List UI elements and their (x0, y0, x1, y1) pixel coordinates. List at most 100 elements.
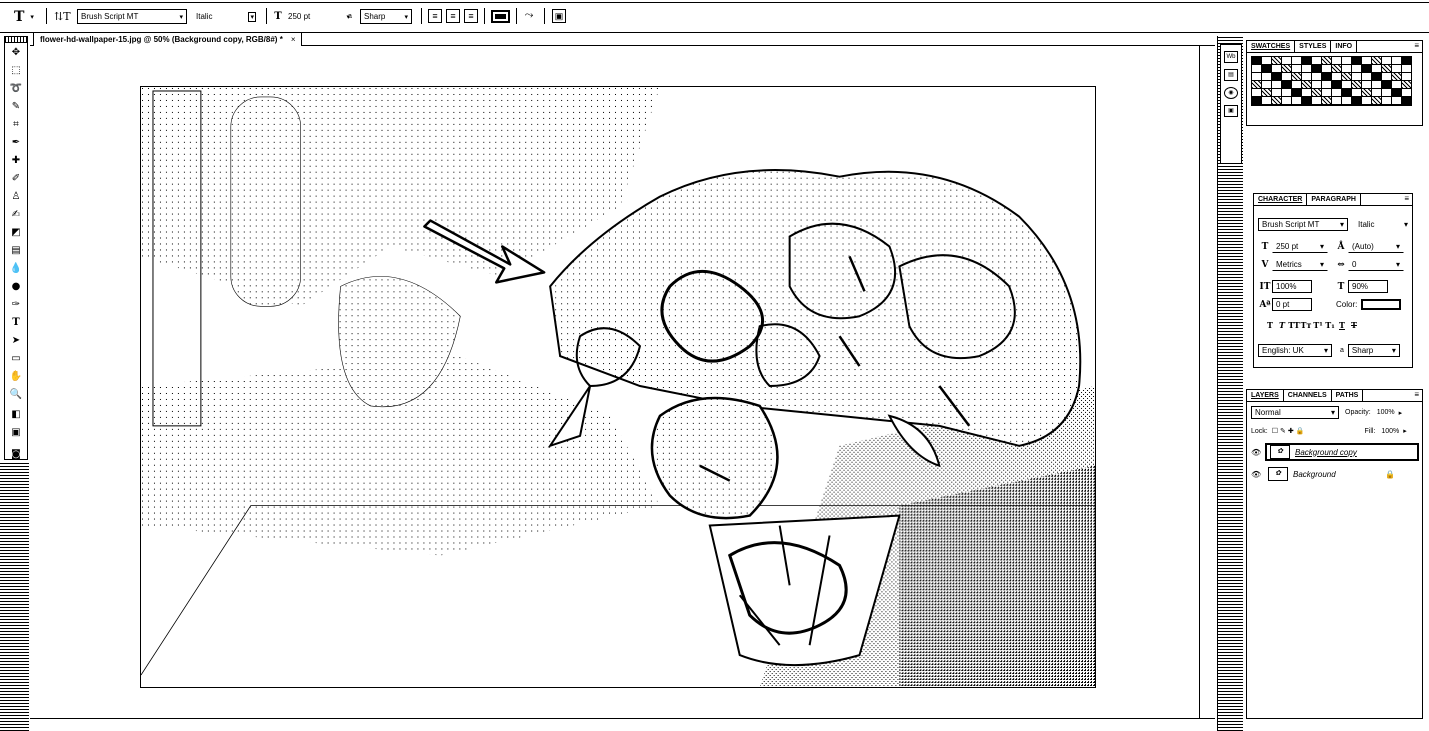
color-picker-icon[interactable]: ▣ (7, 425, 25, 441)
swatch-cell[interactable] (1282, 65, 1292, 73)
gradient-tool-icon[interactable]: ▤ (7, 243, 25, 259)
clone-stamp-tool-icon[interactable]: ♙ (7, 189, 25, 205)
swatch-cell[interactable] (1332, 57, 1342, 65)
font-family-select[interactable]: Brush Script MT ▾ (1258, 218, 1348, 231)
align-center-icon[interactable]: ≡ (446, 9, 460, 23)
language-select[interactable]: English: UK ▾ (1258, 344, 1332, 357)
swatch-cell[interactable] (1332, 97, 1342, 105)
path-selection-tool-icon[interactable]: ➤ (7, 333, 25, 349)
tab-character[interactable]: CHARACTER (1254, 194, 1308, 205)
tab-layers[interactable]: LAYERS (1247, 390, 1284, 401)
swatch-cell[interactable] (1252, 65, 1262, 73)
antialias-select[interactable]: Sharp ▾ (1347, 344, 1400, 357)
swatch-cell[interactable] (1292, 73, 1302, 81)
swatch-cell[interactable] (1402, 89, 1412, 97)
font-family-select[interactable]: Brush Script MT ▾ (77, 9, 187, 24)
swatch-cell[interactable] (1372, 97, 1382, 105)
panel-menu-icon[interactable]: ≡ (1404, 194, 1409, 203)
swatch-cell[interactable] (1272, 65, 1282, 73)
tab-info[interactable]: INFO (1331, 41, 1358, 52)
swatch-cell[interactable] (1402, 73, 1412, 81)
swatch-cell[interactable] (1352, 73, 1362, 81)
swatch-cell[interactable] (1292, 97, 1302, 105)
swatch-cell[interactable] (1322, 81, 1332, 89)
brush-tool-icon[interactable]: ✐ (7, 171, 25, 187)
swatch-cell[interactable] (1272, 97, 1282, 105)
quick-selection-tool-icon[interactable]: ✎ (7, 99, 25, 115)
swatch-cell[interactable] (1322, 97, 1332, 105)
swatch-cell[interactable] (1342, 89, 1352, 97)
swatch-cell[interactable] (1402, 81, 1412, 89)
swatch-cell[interactable] (1322, 57, 1332, 65)
swatch-cell[interactable] (1322, 65, 1332, 73)
swatch-cell[interactable] (1322, 73, 1332, 81)
swatch-cell[interactable] (1302, 57, 1312, 65)
swatch-cell[interactable] (1392, 81, 1402, 89)
marquee-tool-icon[interactable]: ⬚ (7, 63, 25, 79)
toggle-panels-icon[interactable]: ▣ (552, 9, 566, 23)
close-icon[interactable]: × (291, 35, 296, 44)
swatch-cell[interactable] (1302, 81, 1312, 89)
text-color-swatch[interactable] (491, 8, 510, 25)
eye-icon[interactable]: 👁 (1251, 470, 1261, 479)
swatch-cell[interactable] (1312, 73, 1322, 81)
hand-tool-icon[interactable]: ✋ (7, 369, 25, 385)
swatch-cell[interactable] (1392, 89, 1402, 97)
superscript-icon[interactable]: T¹ (1312, 320, 1324, 330)
history-brush-tool-icon[interactable]: ✍ (7, 207, 25, 223)
swatch-cell[interactable] (1262, 89, 1272, 97)
swatch-cell[interactable] (1282, 97, 1292, 105)
antialias-select[interactable]: Sharp ▾ (360, 9, 412, 24)
swatch-cell[interactable] (1372, 73, 1382, 81)
swatch-cell[interactable] (1382, 89, 1392, 97)
swatch-cell[interactable] (1302, 97, 1312, 105)
quick-mask-icon[interactable]: ◙ (7, 447, 25, 463)
lock-position-icon[interactable]: ✚ (1288, 427, 1294, 435)
swatch-cell[interactable] (1282, 57, 1292, 65)
tool-preset-picker[interactable]: T ▾ (14, 8, 34, 25)
swatch-cell[interactable] (1342, 57, 1352, 65)
font-size-select[interactable]: 250 pt ▾ (284, 9, 354, 24)
swatch-cell[interactable] (1342, 81, 1352, 89)
lock-all-icon[interactable]: 🔒 (1296, 427, 1305, 435)
swatch-cell[interactable] (1352, 97, 1362, 105)
shape-tool-icon[interactable]: ▭ (7, 351, 25, 367)
layer-name[interactable]: Background (1293, 470, 1336, 479)
swatch-cell[interactable] (1392, 97, 1402, 105)
swatch-cell[interactable] (1372, 89, 1382, 97)
history-icon[interactable]: ▤ (1224, 69, 1238, 81)
fill-field[interactable]: 100% (1381, 428, 1399, 435)
chevron-right-icon[interactable]: ▸ (1403, 427, 1407, 435)
mini-bridge-icon[interactable]: Wb (1224, 51, 1238, 63)
zoom-tool-icon[interactable]: 🔍 (7, 387, 25, 403)
swatch-cell[interactable] (1282, 89, 1292, 97)
swatch-cell[interactable] (1272, 89, 1282, 97)
font-size-field[interactable]: 250 pt ▾ (1272, 240, 1328, 253)
panel-menu-icon[interactable]: ≡ (1414, 41, 1419, 50)
swatch-cell[interactable] (1302, 73, 1312, 81)
opacity-field[interactable]: 100% (1377, 409, 1395, 416)
swatch-cell[interactable] (1332, 89, 1342, 97)
small-caps-icon[interactable]: Tт (1300, 320, 1312, 330)
type-tool-icon[interactable]: T (7, 315, 25, 331)
swatch-cell[interactable] (1312, 65, 1322, 73)
navigator-icon[interactable]: ◉ (1224, 87, 1238, 99)
swatch-cell[interactable] (1312, 81, 1322, 89)
swatch-cell[interactable] (1352, 65, 1362, 73)
lock-pixels-icon[interactable]: ✎ (1280, 427, 1286, 435)
crop-tool-icon[interactable]: ⌗ (7, 117, 25, 133)
swatch-cell[interactable] (1312, 97, 1322, 105)
kerning-field[interactable]: Metrics ▾ (1272, 258, 1328, 271)
tracking-field[interactable]: 0 ▾ (1348, 258, 1404, 271)
swatch-cell[interactable] (1282, 73, 1292, 81)
swatch-cell[interactable] (1272, 73, 1282, 81)
default-colors-icon[interactable]: ◧ (7, 407, 25, 423)
swatch-cell[interactable] (1352, 81, 1362, 89)
document-tab[interactable]: flower-hd-wallpaper-15.jpg @ 50% (Backgr… (33, 32, 303, 46)
vertical-scale-field[interactable]: 100% (1272, 280, 1312, 293)
swatch-cell[interactable] (1362, 57, 1372, 65)
tab-swatches[interactable]: SWATCHES (1247, 41, 1296, 52)
text-color-swatch[interactable] (1361, 299, 1402, 310)
swatch-cell[interactable] (1402, 97, 1412, 105)
healing-brush-tool-icon[interactable]: ✚ (7, 153, 25, 169)
